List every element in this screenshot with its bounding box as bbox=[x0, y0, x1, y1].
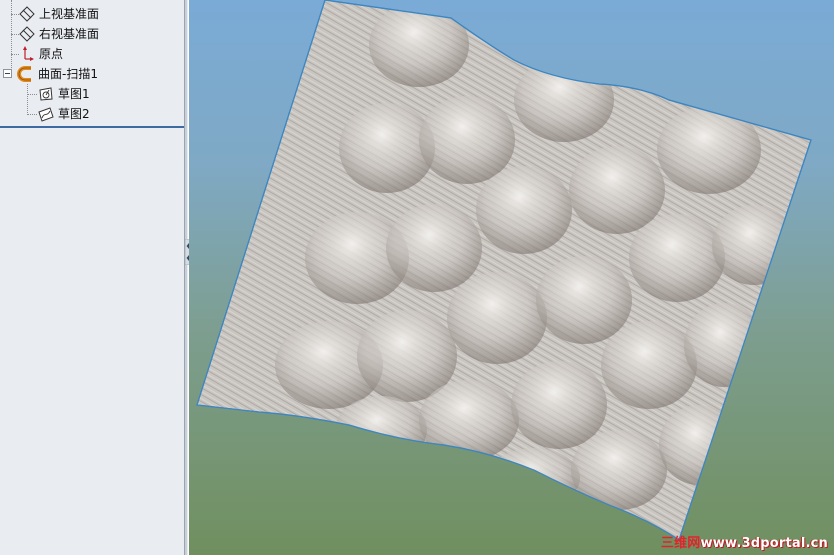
tree-item-label: 原点 bbox=[39, 47, 64, 61]
watermark-logo: 三维网www.3dportal.cn bbox=[661, 532, 828, 551]
sketch-icon bbox=[39, 87, 53, 101]
tree-item-label: 右视基准面 bbox=[39, 27, 100, 41]
tree-item-label: 草图2 bbox=[58, 107, 90, 121]
plane-icon bbox=[19, 6, 35, 22]
tree-item-label: 曲面-扫描1 bbox=[38, 67, 98, 81]
sketch-icon bbox=[38, 107, 54, 122]
sweep-surface-icon bbox=[17, 66, 31, 82]
tree-item-right-plane[interactable]: 右视基准面 bbox=[18, 24, 99, 44]
tree-selection-divider bbox=[0, 126, 184, 128]
tree-connector-line bbox=[27, 84, 28, 115]
collapse-toggle[interactable] bbox=[3, 69, 12, 78]
panel-splitter[interactable] bbox=[184, 0, 188, 555]
tree-item-label: 上视基准面 bbox=[39, 7, 100, 21]
tree-item-sketch1[interactable]: 草图1 bbox=[37, 84, 90, 104]
tree-connector-line bbox=[27, 114, 37, 115]
tree-item-origin[interactable]: 原点 bbox=[18, 44, 63, 64]
sweep-surface-model bbox=[196, 0, 812, 541]
watermark-url: www.3dportal.cn bbox=[700, 536, 828, 551]
tree-item-surface-sweep[interactable]: 曲面-扫描1 bbox=[17, 64, 98, 84]
origin-icon bbox=[23, 46, 34, 61]
tree-item-sketch2[interactable]: 草图2 bbox=[37, 104, 90, 124]
watermark-cn: 三维网 bbox=[660, 536, 701, 551]
graphics-viewport[interactable]: 三维网www.3dportal.cn bbox=[189, 0, 834, 555]
feature-manager-tree: 上视基准面 右视基准面 原点 曲面-扫描1 草图1 草图2 bbox=[0, 0, 184, 555]
tree-item-top-plane[interactable]: 上视基准面 bbox=[18, 4, 99, 24]
plane-icon bbox=[20, 0, 36, 2]
tree-item-label: 草图1 bbox=[58, 87, 90, 101]
plane-icon bbox=[19, 26, 35, 42]
tree-connector-line bbox=[27, 94, 37, 95]
